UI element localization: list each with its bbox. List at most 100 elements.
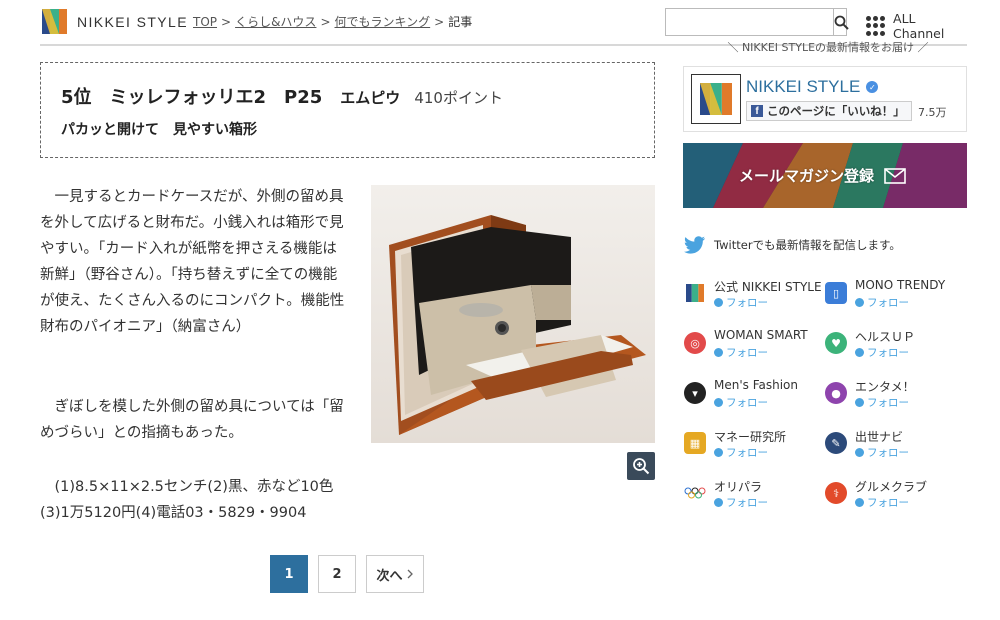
shusse-navi-icon: ✎ [825, 432, 847, 454]
fb-like-count: 7.5万 [918, 106, 947, 119]
nikkei-logo-icon [700, 83, 732, 115]
follow-link[interactable]: フォロー [714, 295, 768, 310]
channel-woman-smart[interactable]: ◎ WOMAN SMART フォロー [684, 326, 824, 362]
next-page-button[interactable]: 次へ [366, 555, 424, 593]
twitter-icon [855, 398, 864, 407]
site-logo[interactable]: NIKKEI STYLE [42, 9, 188, 34]
twitter-icon [714, 348, 723, 357]
follow-link[interactable]: フォロー [855, 295, 909, 310]
channel-nikkei-style[interactable]: 公式 NIKKEI STYLE フォロー [684, 276, 824, 312]
follow-link[interactable]: フォロー [714, 445, 768, 460]
search-input[interactable] [666, 9, 833, 35]
article-title: 5位 ミッレフォッリエ2 P25 エムピウ 410ポイント [61, 83, 654, 109]
follow-link[interactable]: フォロー [714, 345, 768, 360]
page-1-button[interactable]: 1 [270, 555, 308, 593]
channel-name: オリパラ [714, 480, 763, 494]
channel-name: 出世ナビ [855, 430, 904, 444]
product-spec: (1)8.5×11×2.5センチ(2)黒、赤など10色(3)1万5120円(4)… [40, 479, 334, 521]
twitter-icon [855, 298, 864, 307]
all-channel-button[interactable]: ALL Channel [866, 11, 967, 41]
twitter-info: Twitterでも最新情報を配信します。 [684, 236, 901, 254]
breadcrumb-top[interactable]: TOP [193, 15, 217, 29]
nikkei-logo-icon [684, 282, 706, 304]
grid-menu-icon [866, 16, 885, 36]
channel-entame[interactable]: ● エンタメ！ フォロー [825, 376, 965, 412]
fb-like-button[interactable]: f このページに「いいね！」 [746, 101, 912, 121]
channel-oripara[interactable]: オリパラ フォロー [684, 476, 824, 512]
breadcrumb-kurashi[interactable]: くらし&ハウス [235, 15, 316, 29]
twitter-icon [855, 448, 864, 457]
wallet-image [371, 185, 655, 443]
follow-link[interactable]: フォロー [855, 445, 909, 460]
search-button[interactable] [833, 9, 849, 35]
twitter-icon [714, 448, 723, 457]
twitter-icon [684, 236, 705, 254]
channel-name: 公式 NIKKEI STYLE [714, 280, 822, 294]
channel-name: WOMAN SMART [714, 328, 808, 342]
mono-trendy-icon: ▯ [825, 282, 847, 304]
mail-magazine-banner[interactable]: メールマガジン登録 [683, 143, 967, 208]
follow-link[interactable]: フォロー [855, 395, 909, 410]
search-icon [834, 15, 849, 30]
nikkei-logo-icon [42, 9, 67, 34]
brand-name: エムピウ [340, 89, 401, 107]
product-photo[interactable] [371, 185, 655, 443]
twitter-icon [714, 398, 723, 407]
pagination: 1 2 次へ [270, 555, 424, 593]
channel-name: グルメクラブ [855, 480, 928, 494]
fb-page-avatar[interactable] [691, 74, 741, 124]
follow-link[interactable]: フォロー [714, 495, 768, 510]
channel-shusse-navi[interactable]: ✎ 出世ナビ フォロー [825, 426, 965, 462]
twitter-icon [855, 348, 864, 357]
health-up-icon: ♥ [825, 332, 847, 354]
chevron-right-icon [407, 569, 413, 579]
gourmet-icon: ⚕ [825, 482, 847, 504]
facebook-widget: NIKKEI STYLE ✓ f このページに「いいね！」 7.5万 [683, 66, 967, 132]
channel-mens-fashion[interactable]: ▾ Men's Fashion フォロー [684, 376, 824, 412]
zoom-button[interactable] [627, 452, 655, 480]
entame-icon: ● [825, 382, 847, 404]
channel-name: エンタメ！ [855, 380, 915, 394]
breadcrumb: TOP > くらし&ハウス > 何でもランキング > 記事 [193, 15, 473, 29]
next-label: 次へ [376, 568, 403, 584]
channel-name: MONO TRENDY [855, 278, 946, 292]
channel-name: ヘルスＵＰ [855, 330, 916, 344]
woman-smart-icon: ◎ [684, 332, 706, 354]
all-channel-label: ALL Channel [893, 11, 945, 41]
article-title-box: 5位 ミッレフォッリエ2 P25 エムピウ 410ポイント パカッと開けて 見や… [40, 62, 655, 158]
promo-left-mark: ＼ [727, 41, 742, 54]
facebook-icon: f [751, 105, 763, 117]
fb-page-name[interactable]: NIKKEI STYLE ✓ [746, 77, 879, 97]
follow-link[interactable]: フォロー [714, 395, 768, 410]
page-2-button[interactable]: 2 [318, 555, 356, 593]
channel-health-up[interactable]: ♥ ヘルスＵＰ フォロー [825, 326, 965, 362]
promo-right-mark: ／ [914, 41, 929, 54]
mens-fashion-icon: ▾ [684, 382, 706, 404]
follow-link[interactable]: フォロー [855, 495, 909, 510]
channel-name: マネー研究所 [714, 430, 787, 444]
sidebar-promo: ＼ NIKKEI STYLEの最新情報をお届け ／ [727, 41, 929, 54]
breadcrumb-ranking[interactable]: 何でもランキング [335, 15, 431, 29]
search-box [665, 8, 849, 36]
channel-money[interactable]: ▦ マネー研究所 フォロー [684, 426, 824, 462]
channel-name: Men's Fashion [714, 378, 798, 392]
mail-banner-label: メールマガジン登録 [739, 165, 906, 186]
verified-icon: ✓ [866, 81, 879, 93]
twitter-icon [855, 498, 864, 507]
money-icon: ▦ [684, 432, 706, 454]
zoom-in-icon [633, 458, 650, 475]
channel-gourmet[interactable]: ⚕ グルメクラブ フォロー [825, 476, 965, 512]
channel-mono-trendy[interactable]: ▯ MONO TRENDY フォロー [825, 276, 965, 312]
follow-link[interactable]: フォロー [855, 345, 909, 360]
mail-icon [884, 167, 906, 184]
points-label: 410ポイント [414, 89, 503, 107]
product-name: ミッレフォッリエ2 P25 [109, 87, 323, 108]
twitter-icon [714, 298, 723, 307]
olympic-icon [684, 482, 706, 504]
logo-text: NIKKEI STYLE [77, 13, 188, 30]
rank-label: 5位 [61, 87, 92, 108]
article-paragraph: 一見するとカードケースだが、外側の留め具を外して広げると財布だ。小銭入れは箱形で… [40, 189, 345, 335]
article-subtitle: パカッと開けて 見やすい箱形 [61, 122, 257, 138]
twitter-icon [714, 498, 723, 507]
article-paragraph: ぎぼしを模した外側の留め具については「留めづらい」との指摘もあった。 [40, 399, 344, 441]
